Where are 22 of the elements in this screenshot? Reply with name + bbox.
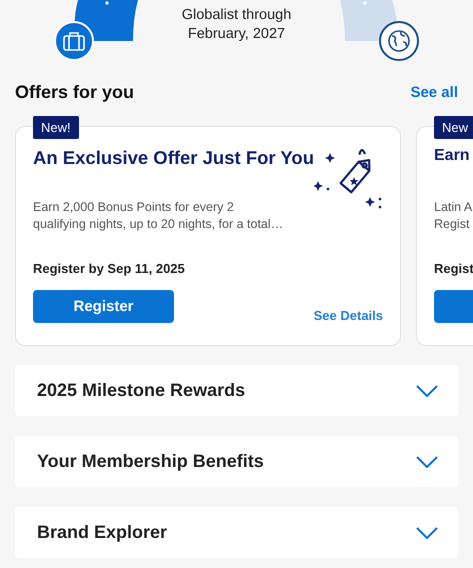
- offer-title: An Exclusive Offer Just For You: [33, 147, 315, 170]
- offer-description: Regist: [434, 216, 470, 233]
- register-button[interactable]: Register: [33, 290, 174, 323]
- status-text: Globalist through: [182, 6, 292, 25]
- accordion-title: Your Membership Benefits: [37, 451, 264, 472]
- offer-description: Earn 2,000 Bonus Points for every 2: [33, 199, 235, 216]
- accordion-header[interactable]: Your Membership Benefits: [15, 436, 458, 487]
- offer-description: qualifying nights, up to 20 nights, for a total…: [33, 216, 284, 233]
- offer-description: Latin A: [434, 199, 473, 216]
- new-badge: New: [434, 116, 473, 139]
- accordion-header[interactable]: Brand Explorer: [15, 507, 458, 558]
- register-button[interactable]: [434, 290, 473, 323]
- accordion-title: Brand Explorer: [37, 522, 168, 543]
- section-heading: Offers for you: [15, 82, 134, 102]
- status-text: February, 2027: [188, 25, 286, 44]
- offer-title: Earn: [434, 147, 471, 166]
- deadline-text: Register by Sep 11, 2025: [33, 261, 186, 276]
- accordion-title: 2025 Milestone Rewards: [37, 380, 246, 401]
- new-badge: New!: [33, 116, 79, 139]
- see-details-link[interactable]: See Details: [314, 308, 383, 323]
- accordion-header[interactable]: 2025 Milestone Rewards: [15, 365, 458, 416]
- see-all-link[interactable]: See all: [410, 84, 458, 100]
